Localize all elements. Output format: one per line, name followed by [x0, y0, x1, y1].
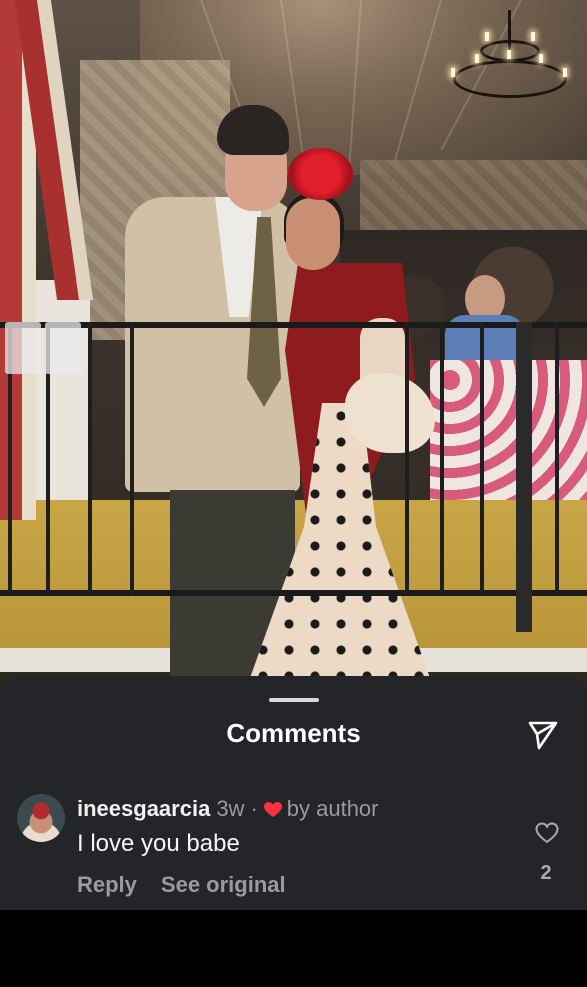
- post-photo: [0, 0, 587, 700]
- bottom-bar: [0, 910, 587, 987]
- red-flower-hairpiece: [288, 148, 353, 200]
- sheet-grabber[interactable]: [269, 698, 319, 702]
- like-count: 2: [540, 862, 552, 884]
- comment-header: ineesgaarcia 3w · by author: [77, 796, 379, 824]
- see-original-button[interactable]: See original: [161, 872, 286, 898]
- comment-actions: Reply See original: [77, 872, 286, 898]
- reply-button[interactable]: Reply: [77, 872, 137, 898]
- comment-username[interactable]: ineesgaarcia: [77, 796, 210, 822]
- plastic-cups: [5, 322, 83, 374]
- sheet-title: Comments: [226, 718, 361, 748]
- author-heart-icon: [263, 802, 282, 817]
- liked-by-author-label: by author: [286, 796, 379, 821]
- comments-sheet: Comments ineesgaarcia 3w · by author I l…: [0, 676, 587, 910]
- heart-outline-icon[interactable]: [535, 822, 559, 844]
- comment-timestamp: 3w: [216, 796, 245, 821]
- comment-text: I love you babe: [77, 830, 240, 857]
- send-icon[interactable]: [526, 718, 560, 752]
- chandelier: [445, 10, 575, 110]
- avatar[interactable]: [17, 794, 65, 842]
- woman-in-flamenco-dress: [250, 148, 445, 678]
- separator-dot: ·: [250, 796, 258, 821]
